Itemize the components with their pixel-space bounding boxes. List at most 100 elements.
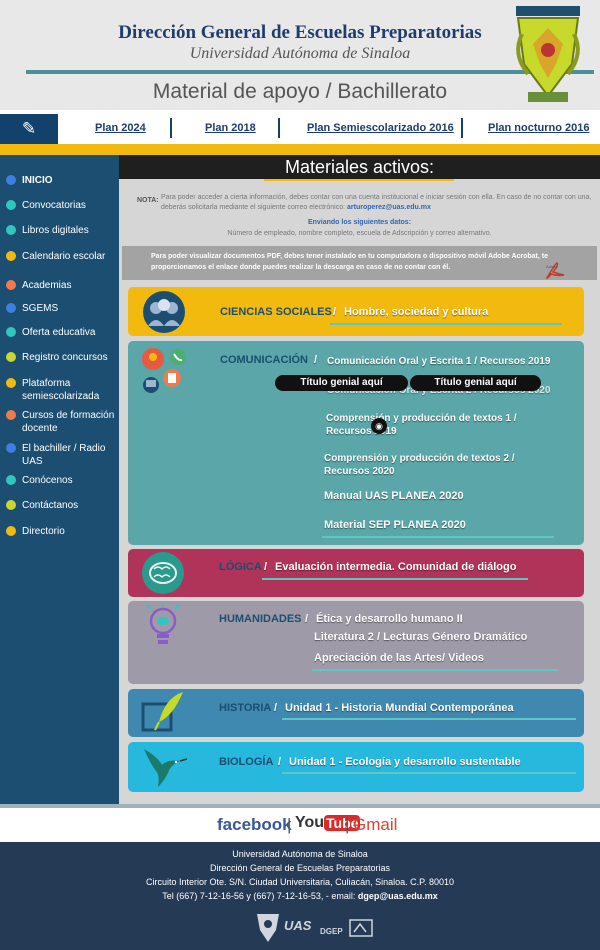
sidebar-item-label: Calendario escolar [22,251,106,262]
sidebar-item-label: Directorio [22,526,65,537]
link-historia-mundial[interactable]: Unidad 1 - Historia Mundial Contemporáne… [285,702,514,714]
card-comunicacion [128,341,584,545]
sidebar-item-label: Plataforma semiescolarizada [22,378,100,402]
sidebar-item-label: El bachiller / Radio UAS [22,443,106,467]
people-group-icon [143,291,185,333]
bullet-icon [6,475,16,485]
sidebar-item-contactanos[interactable]: Contáctanos [6,499,78,512]
nota-text: Para poder acceder a cierta información,… [161,194,592,211]
card-logica [128,549,584,597]
bullet-icon [6,443,16,453]
link-comprension-textos-2[interactable]: Comprensión y producción de textos 2 / R… [324,452,524,478]
uas-crest-logo [516,6,580,102]
plan-separator [170,118,172,138]
link-comprension-textos-1[interactable]: Comprensión y producción de textos 1 / R… [326,412,526,438]
pdf-notice-text: Para poder visualizar documentos PDF, de… [151,253,549,271]
facebook-link[interactable]: facebook [217,815,292,835]
institution-logo [349,919,373,937]
footer-email-link[interactable]: dgep@uas.edu.mx [358,891,438,901]
link-etica-desarrollo[interactable]: Ética y desarrollo humano II [316,613,463,625]
gmail-link[interactable]: Gmail [353,815,397,835]
bullet-icon [6,303,16,313]
sidebar-item-convocatorias[interactable]: Convocatorias [6,199,86,212]
title-underline [282,772,576,774]
title-underline [262,578,528,580]
bullet-icon [6,352,16,362]
card-separator: / [264,561,268,573]
card-title-logica: LÓGICA [219,561,262,573]
sidebar-item-sgems[interactable]: SGEMS [6,302,58,315]
brain-icon [142,552,184,594]
nota-email-link[interactable]: arturoperez@uas.edu.mx [347,204,431,211]
communication-icons [142,348,186,393]
link-manual-planea[interactable]: Manual UAS PLANEA 2020 [324,490,464,502]
lightbulb-icon [146,604,180,644]
sidebar-item-plataforma[interactable]: Plataforma semiescolarizada [6,377,111,403]
sidebar-item-oferta[interactable]: Oferta educativa [6,326,95,339]
dgep-logo: DGEP [320,927,343,936]
accent-bar [0,144,600,155]
adobe-acrobat-icon[interactable]: Adobe [545,262,565,280]
link-literatura-2[interactable]: Literatura 2 / Lecturas Género Dramático [314,631,527,643]
link-material-sep-planea[interactable]: Material SEP PLANEA 2020 [324,519,466,531]
link-comunicacion-oral-1[interactable]: Comunicación Oral y Escrita 1 / Recursos… [327,355,550,368]
link-evaluacion-intermedia[interactable]: Evaluación intermedia. Comunidad de diál… [275,561,516,573]
footer-contact: Tel (667) 7-12-16-56 y (667) 7-12-16-53,… [162,891,438,901]
sidebar-item-label: Libros digitales [22,225,89,236]
sidebar-item-registro[interactable]: Registro concursos [6,351,108,364]
sidebar-item-bachiller[interactable]: El bachiller / Radio UAS [6,442,114,468]
feather-quill-icon [141,692,183,732]
sidebar-item-libros[interactable]: Libros digitales [6,224,89,237]
link-ecologia-desarrollo[interactable]: Unidad 1 - Ecología y desarrollo sustent… [289,756,521,768]
card-title-humanidades: HUMANIDADES [219,613,302,625]
bullet-icon [6,200,16,210]
social-separator: | [345,815,350,834]
card-separator: / [278,756,282,768]
svg-text:Adobe: Adobe [546,264,558,269]
tooltip-pill: Título genial aquí [410,375,541,391]
link-hombre-sociedad-cultura[interactable]: Hombre, sociedad y cultura [344,306,488,318]
sidebar-item-label: Conócenos [22,475,73,486]
bullet-icon [6,225,16,235]
card-title-sociales: CIENCIAS SOCIALES [220,306,332,318]
bullet-icon [6,378,16,388]
card-title-biologia: BIOLOGÍA [219,756,274,768]
sidebar-item-academias[interactable]: Academias [6,279,71,292]
title-underline [312,669,558,671]
uas-logo: UAS [284,918,312,933]
book-icon[interactable]: ✎ [0,114,58,144]
sidebar-item-label: Convocatorias [22,200,86,211]
link-apreciacion-artes[interactable]: Apreciación de las Artes/ Videos [314,652,484,664]
social-separator: | [287,815,292,834]
youtube-link[interactable]: You Tube [295,814,361,832]
plan-link-2018[interactable]: Plan 2018 [205,122,256,134]
plan-link-2024[interactable]: Plan 2024 [95,122,146,134]
card-separator: / [314,354,318,366]
sidebar-item-label: Oferta educativa [22,327,96,338]
bullet-icon [6,410,16,420]
title-underline [330,323,562,325]
bullet-icon [6,526,16,536]
card-title-comunicacion: COMUNICACIÓN [220,354,308,366]
uas-crest-small-logo [257,914,279,942]
plan-link-nocturno[interactable]: Plan nocturno 2016 [488,122,589,134]
nota-label: NOTA: [137,197,159,204]
materials-heading: Materiales activos: [119,155,600,179]
plan-separator [461,118,463,138]
card-separator: / [274,702,278,714]
sidebar-item-label: INICIO [22,175,53,186]
bullet-icon [6,175,16,185]
sidebar-item-directorio[interactable]: Directorio [6,525,65,538]
sidebar-item-conocenos[interactable]: Conócenos [6,474,73,487]
eye-icon[interactable]: ◉ [371,418,387,434]
title-underline [322,536,554,538]
card-title-historia: HISTORIA [219,702,272,714]
plan-separator [278,118,280,138]
bullet-icon [6,251,16,261]
plan-link-semiescolarizado[interactable]: Plan Semiescolarizado 2016 [307,122,454,134]
sidebar-item-cursos[interactable]: Cursos de formación docente [6,409,118,435]
sidebar-item-calendario[interactable]: Calendario escolar [6,250,105,263]
sidebar-item-inicio[interactable]: INICIO [6,174,53,187]
sidebar-item-label: Academias [22,280,72,291]
sidebar-item-label: Registro concursos [22,352,108,363]
